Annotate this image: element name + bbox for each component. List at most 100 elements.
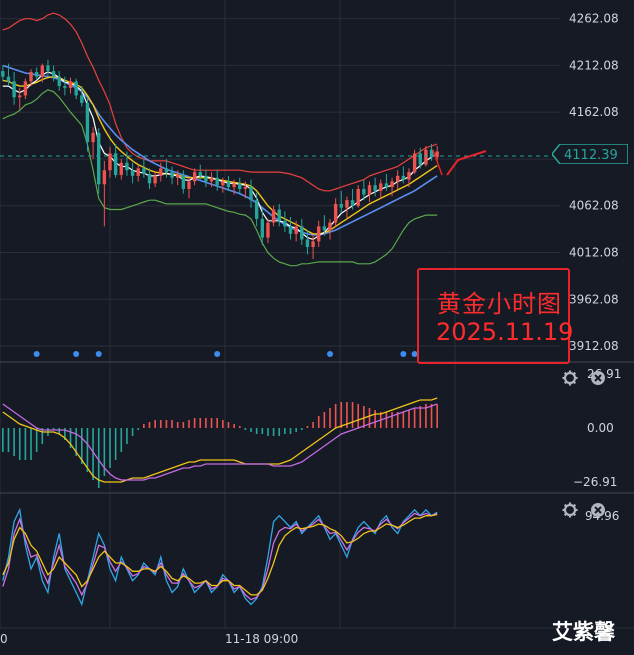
macd-histogram-bar — [58, 428, 61, 434]
candle-body — [367, 185, 372, 195]
macd-histogram-bar — [182, 422, 185, 428]
macd-histogram-bar — [334, 404, 337, 428]
macd-histogram-bar — [340, 402, 343, 428]
candle-body — [153, 175, 157, 184]
candle-body — [142, 168, 146, 174]
candle-body — [379, 183, 383, 191]
macd-histogram-bar — [176, 422, 179, 428]
macd-histogram-bar — [363, 406, 365, 428]
candle-body — [271, 209, 276, 223]
macd-histogram-bar — [143, 424, 145, 428]
candle-body — [85, 102, 90, 143]
macd-tick-label: 0.00 — [587, 421, 614, 435]
annotation-date: 2025.11.19 — [436, 318, 574, 346]
macd-histogram-bar — [391, 412, 393, 428]
candle-body — [147, 173, 152, 184]
price-tick-label: 4262.08 — [569, 12, 619, 26]
candle-body — [51, 71, 56, 77]
candle-body — [91, 132, 95, 143]
annotation-box: 黄金小时图 2025.11.19 — [417, 268, 574, 364]
macd-histogram-bar — [222, 420, 224, 428]
signal-marker — [33, 351, 40, 357]
macd-histogram-bar — [329, 408, 331, 428]
watermark-signature: 艾紫馨 — [552, 620, 615, 644]
candle-body — [12, 81, 16, 98]
candle-body — [40, 65, 44, 77]
candle-body — [317, 226, 321, 242]
macd-histogram-bar — [261, 428, 264, 434]
candle-body — [113, 153, 118, 175]
time-tick-label: 11-18 09:00 — [225, 632, 298, 646]
candle-body — [108, 153, 112, 171]
candle-body — [300, 226, 304, 240]
candle-body — [102, 170, 107, 185]
candle-body — [277, 209, 281, 221]
macd-histogram-bar — [126, 428, 128, 444]
candle-body — [187, 181, 191, 189]
price-tick-label: 4212.08 — [569, 58, 619, 72]
signal-marker — [95, 351, 102, 357]
candle-body — [63, 86, 67, 88]
candle-body — [396, 175, 400, 182]
candle-body — [407, 172, 411, 180]
candle-body — [192, 172, 197, 182]
candle-body — [1, 71, 5, 77]
macd-histogram-bar — [357, 404, 360, 428]
candle-body — [350, 200, 355, 206]
macd-histogram-bar — [436, 404, 438, 428]
macd-histogram-bar — [351, 402, 354, 428]
macd-tick-label: −26.91 — [573, 475, 617, 489]
macd-histogram-bar — [272, 428, 275, 436]
macd-histogram-bar — [131, 428, 134, 436]
candle-body — [130, 170, 135, 176]
candle-body — [125, 162, 129, 171]
macd-histogram-bar — [430, 404, 433, 428]
current-price-tag: 4112.39 — [552, 144, 628, 164]
macd-histogram-bar — [317, 416, 320, 428]
candle-body — [164, 168, 169, 173]
candle-body — [288, 226, 293, 234]
candle-body — [249, 187, 253, 201]
macd-histogram-bar — [86, 428, 89, 472]
macd-histogram-bar — [402, 412, 405, 428]
macd-histogram-bar — [199, 418, 202, 428]
price-tick-label: 4062.08 — [569, 199, 619, 213]
candle-body — [294, 226, 298, 234]
macd-histogram-bar — [284, 428, 286, 434]
macd-histogram-bar — [289, 428, 292, 434]
candle-body — [424, 149, 428, 165]
close-icon[interactable] — [591, 503, 605, 517]
candle-body — [305, 239, 310, 247]
candle-body — [401, 175, 406, 180]
macd-histogram-bar — [300, 428, 303, 430]
candle-body — [136, 168, 140, 176]
macd-histogram-bar — [227, 422, 230, 428]
candle-body — [345, 200, 349, 208]
macd-histogram-bar — [408, 410, 410, 428]
macd-histogram-bar — [148, 422, 151, 428]
candle-body — [373, 185, 377, 191]
candle-body — [412, 153, 417, 173]
macd-histogram-bar — [35, 428, 38, 452]
candle-body — [362, 188, 366, 195]
candle-body — [390, 181, 394, 188]
candle-body — [322, 226, 327, 231]
candle-body — [68, 81, 73, 88]
macd-histogram-bar — [312, 422, 314, 428]
macd-histogram-bar — [250, 428, 252, 432]
macd-histogram-bar — [114, 428, 117, 460]
macd-histogram-bar — [267, 428, 269, 436]
candle-body — [238, 183, 242, 189]
candle-body — [119, 162, 123, 175]
candle-body — [356, 188, 360, 206]
candle-body — [198, 172, 202, 176]
candle-body — [232, 183, 236, 188]
candle-body — [74, 81, 78, 96]
candle-body — [333, 203, 338, 223]
candle-body — [97, 132, 101, 185]
close-icon[interactable] — [591, 371, 605, 385]
candle-body — [328, 222, 332, 231]
candle-body — [266, 222, 270, 238]
macd-histogram-bar — [193, 418, 196, 428]
candle-body — [215, 177, 219, 186]
